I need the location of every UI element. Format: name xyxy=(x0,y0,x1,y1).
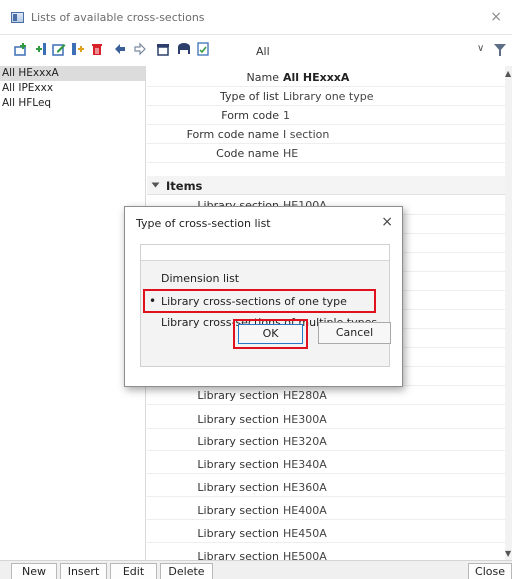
collapse-arrow-icon[interactable] xyxy=(151,182,160,188)
filter-dropdown-value[interactable]: All xyxy=(256,45,270,58)
item-row[interactable]: Library section HE500A xyxy=(147,547,505,560)
insert-row-icon[interactable] xyxy=(34,42,48,56)
property-label: Code name xyxy=(216,147,279,160)
copy-icon[interactable] xyxy=(71,42,85,56)
item-value[interactable]: HE320A xyxy=(283,435,327,448)
property-row[interactable]: Name All HExxxA xyxy=(147,68,505,87)
ok-highlight: OK xyxy=(233,319,308,349)
dialog-close-icon[interactable]: × xyxy=(381,214,393,230)
item-value[interactable]: HE450A xyxy=(283,527,327,540)
option-dimension-list[interactable]: Dimension list xyxy=(149,272,239,285)
table-icon[interactable] xyxy=(156,42,170,56)
scroll-up-icon[interactable]: ▲ xyxy=(505,69,511,78)
toolbar: All ∨ xyxy=(0,36,512,66)
delete-button[interactable]: Delete xyxy=(160,563,213,579)
property-value[interactable]: HE xyxy=(283,147,298,160)
property-label: Form code name xyxy=(186,128,279,141)
delete-icon[interactable] xyxy=(90,42,104,56)
item-row[interactable]: Library section HE340A xyxy=(147,455,505,474)
property-label: Form code xyxy=(221,109,279,122)
chevron-down-icon[interactable]: ∨ xyxy=(477,43,484,54)
item-value[interactable]: HE360A xyxy=(283,481,327,494)
window-title: Lists of available cross-sections xyxy=(31,11,205,24)
item-label: Library section xyxy=(197,504,279,517)
list-item[interactable]: All IPExxx xyxy=(0,81,145,96)
item-row[interactable]: Library section HE450A xyxy=(147,524,505,543)
item-label: Library section xyxy=(197,527,279,540)
option-label: Dimension list xyxy=(161,272,240,285)
property-row[interactable]: Form code name I section xyxy=(147,125,505,144)
property-value[interactable]: All HExxxA xyxy=(283,71,349,84)
property-row[interactable]: Form code 1 xyxy=(147,106,505,125)
property-row[interactable]: Type of list Library one type xyxy=(147,87,505,106)
item-row[interactable]: Library section HE400A xyxy=(147,501,505,520)
item-value[interactable]: HE500A xyxy=(283,550,327,560)
item-row[interactable]: Library section HE320A xyxy=(147,432,505,451)
property-label: Name xyxy=(246,71,279,84)
undo-icon[interactable] xyxy=(113,42,127,56)
bottom-button-bar: New Insert Edit Delete Close xyxy=(0,560,512,579)
item-label: Library section xyxy=(197,435,279,448)
item-value[interactable]: HE280A xyxy=(283,389,327,402)
property-value[interactable]: Library one type xyxy=(283,90,374,103)
type-dialog: Type of cross-section list × Dimension l… xyxy=(124,206,403,387)
new-row-icon[interactable] xyxy=(14,42,28,56)
item-row[interactable]: Library section HE280A xyxy=(147,386,505,405)
list-item[interactable]: All HExxxA xyxy=(0,66,145,81)
redo-icon[interactable] xyxy=(133,42,147,56)
edit-button[interactable]: Edit xyxy=(110,563,157,579)
item-value[interactable]: HE340A xyxy=(283,458,327,471)
edit-icon[interactable] xyxy=(52,42,66,56)
item-value[interactable]: HE300A xyxy=(283,413,327,426)
item-label: Library section xyxy=(197,389,279,402)
export-icon[interactable] xyxy=(196,42,210,56)
item-row[interactable]: Library section HE300A xyxy=(147,410,505,429)
vertical-scrollbar[interactable]: ▲ ▼ xyxy=(505,66,512,560)
list-item[interactable]: All HFLeq xyxy=(0,96,145,111)
new-button[interactable]: New xyxy=(11,563,57,579)
item-value[interactable]: HE400A xyxy=(283,504,327,517)
item-label: Library section xyxy=(197,481,279,494)
property-value[interactable]: I section xyxy=(283,128,329,141)
items-section-label: Items xyxy=(166,179,203,193)
insert-button[interactable]: Insert xyxy=(60,563,107,579)
item-label: Library section xyxy=(197,413,279,426)
property-value[interactable]: 1 xyxy=(283,109,290,122)
selection-highlight xyxy=(143,289,376,313)
scroll-down-icon[interactable]: ▼ xyxy=(505,549,511,558)
window-titlebar: Lists of available cross-sections × xyxy=(0,0,512,35)
dialog-title: Type of cross-section list xyxy=(136,217,271,230)
window-close-icon[interactable]: × xyxy=(490,9,502,25)
options-group-header xyxy=(141,245,389,261)
property-label: Type of list xyxy=(219,90,279,103)
item-label: Library section xyxy=(197,550,279,560)
ok-button[interactable]: OK xyxy=(238,324,303,344)
cancel-button[interactable]: Cancel xyxy=(318,322,391,344)
funnel-icon[interactable] xyxy=(494,44,506,56)
items-section-header[interactable]: Items xyxy=(147,176,505,195)
app-icon xyxy=(11,12,24,23)
property-row[interactable]: Code name HE xyxy=(147,144,505,163)
save-icon[interactable] xyxy=(177,42,191,56)
item-label: Library section xyxy=(197,458,279,471)
item-row[interactable]: Library section HE360A xyxy=(147,478,505,497)
close-button[interactable]: Close xyxy=(468,563,512,579)
